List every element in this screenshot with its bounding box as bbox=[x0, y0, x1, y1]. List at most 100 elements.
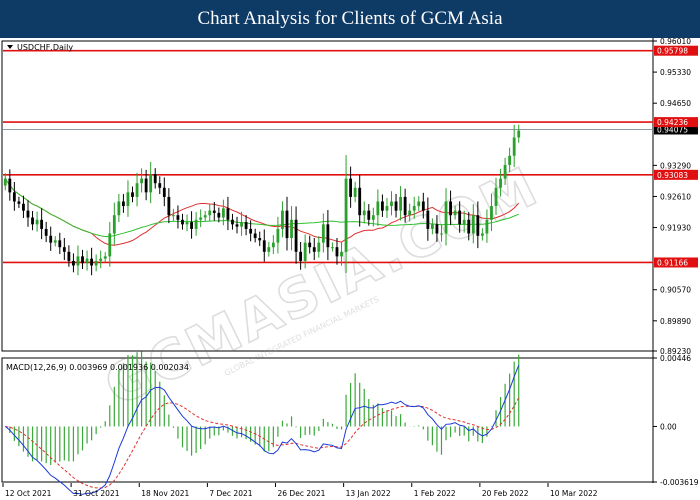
candle-body bbox=[76, 256, 80, 266]
candle-body bbox=[140, 178, 143, 184]
macd-axis-tick-label: 0.00 bbox=[660, 422, 677, 431]
candle-body bbox=[62, 247, 66, 252]
candle-body bbox=[231, 219, 234, 225]
candle-body bbox=[176, 215, 180, 220]
candle-body bbox=[12, 192, 16, 202]
candle-body bbox=[390, 201, 393, 207]
candle-body bbox=[476, 215, 480, 236]
candle-body bbox=[335, 247, 339, 257]
candle-body bbox=[99, 258, 103, 261]
candle-body bbox=[358, 187, 362, 216]
candle-body bbox=[353, 187, 357, 197]
candle-body bbox=[294, 219, 298, 252]
candle-body bbox=[212, 210, 216, 213]
candle-body bbox=[217, 212, 221, 218]
candle-body bbox=[171, 215, 175, 217]
candle-body bbox=[435, 224, 439, 234]
candle-body bbox=[281, 210, 284, 229]
candle-body bbox=[185, 222, 189, 225]
candle-body bbox=[317, 242, 321, 252]
date-axis-tick-label: 10 Mar 2022 bbox=[550, 489, 598, 498]
candle-body bbox=[331, 247, 334, 249]
price-axis-tick-label: 0.95330 bbox=[660, 68, 691, 77]
candle-body bbox=[403, 196, 407, 216]
candle-body bbox=[244, 222, 248, 229]
candle-body bbox=[376, 201, 380, 216]
candle-body bbox=[267, 247, 271, 252]
candle-body bbox=[240, 222, 243, 227]
candle-body bbox=[512, 137, 516, 156]
candle-body bbox=[417, 201, 421, 207]
chart-area[interactable]: GCMASIA.COM GLOBAL INTEGRATED FINANCIAL … bbox=[0, 38, 700, 500]
candle-body bbox=[153, 174, 157, 184]
candle-body bbox=[108, 233, 112, 257]
price-axis-tick-label: 0.92610 bbox=[660, 192, 691, 201]
macd-title: MACD(12,26,9) 0.003969 0.001936 0.002034 bbox=[6, 363, 189, 372]
candle-body bbox=[103, 256, 107, 259]
level-label: 0.94236 bbox=[657, 118, 688, 127]
candle-body bbox=[299, 251, 303, 261]
candle-body bbox=[349, 178, 353, 197]
candle-body bbox=[144, 178, 148, 193]
candle-body bbox=[190, 222, 193, 229]
candle-body bbox=[467, 219, 471, 234]
candle-body bbox=[26, 210, 30, 218]
candle-body bbox=[385, 206, 389, 211]
candle-body bbox=[440, 233, 443, 235]
candle-body bbox=[22, 203, 25, 211]
candle-body bbox=[226, 208, 230, 220]
candle-body bbox=[94, 260, 98, 266]
candle-body bbox=[112, 215, 116, 234]
candle-body bbox=[90, 258, 94, 266]
candle-body bbox=[167, 196, 171, 216]
macd-axis-tick-label: 0.00446 bbox=[660, 354, 691, 363]
candle-body bbox=[235, 224, 239, 227]
price-panel-title: USDCHF,Daily bbox=[7, 43, 73, 52]
candle-body bbox=[3, 178, 7, 186]
candle-body bbox=[53, 240, 57, 243]
candle-body bbox=[394, 201, 398, 211]
macd-axis-tick-label: -0.003619 bbox=[660, 478, 699, 487]
candle-body bbox=[308, 242, 312, 248]
candle-body bbox=[194, 219, 198, 229]
candle-body bbox=[117, 201, 121, 216]
price-axis-tick-label: 0.91930 bbox=[660, 224, 691, 233]
candle-body bbox=[362, 210, 366, 216]
candle-body bbox=[485, 219, 489, 234]
candle-body bbox=[444, 201, 448, 234]
candle-body bbox=[503, 164, 507, 179]
candle-body bbox=[290, 219, 293, 239]
candle-body bbox=[258, 238, 262, 241]
date-axis-tick-label: 12 Oct 2021 bbox=[5, 489, 52, 498]
candle-body bbox=[285, 210, 289, 239]
candle-body bbox=[162, 187, 166, 197]
level-label: 0.95798 bbox=[657, 47, 688, 56]
candle-body bbox=[276, 228, 280, 243]
candle-body bbox=[122, 201, 125, 207]
candle-body bbox=[462, 219, 466, 225]
candle-body bbox=[17, 201, 21, 204]
candle-body bbox=[35, 219, 39, 225]
level-label: 0.93083 bbox=[657, 171, 688, 180]
candle-body bbox=[131, 192, 134, 197]
candle-body bbox=[44, 228, 48, 236]
candle-body bbox=[72, 260, 75, 266]
candle-body bbox=[126, 192, 130, 207]
candle-body bbox=[135, 183, 139, 197]
price-axis-tick-label: 0.93290 bbox=[660, 161, 691, 170]
candle-body bbox=[453, 210, 457, 216]
candle-body bbox=[271, 242, 275, 248]
price-axis-tick-label: 0.90570 bbox=[660, 286, 691, 295]
date-axis-tick-label: 13 Jan 2022 bbox=[346, 489, 391, 498]
candle-body bbox=[40, 219, 44, 229]
candle-body bbox=[85, 258, 89, 264]
date-axis-tick-label: 7 Dec 2021 bbox=[209, 489, 252, 498]
candle-body bbox=[81, 256, 84, 264]
candle-body bbox=[8, 178, 12, 193]
date-axis-tick-label: 18 Nov 2021 bbox=[141, 489, 189, 498]
date-axis-tick-label: 31 Oct 2021 bbox=[73, 489, 120, 498]
candle-body bbox=[158, 183, 162, 188]
candle-body bbox=[458, 210, 462, 225]
candle-body bbox=[58, 240, 62, 248]
candle-body bbox=[412, 206, 416, 211]
